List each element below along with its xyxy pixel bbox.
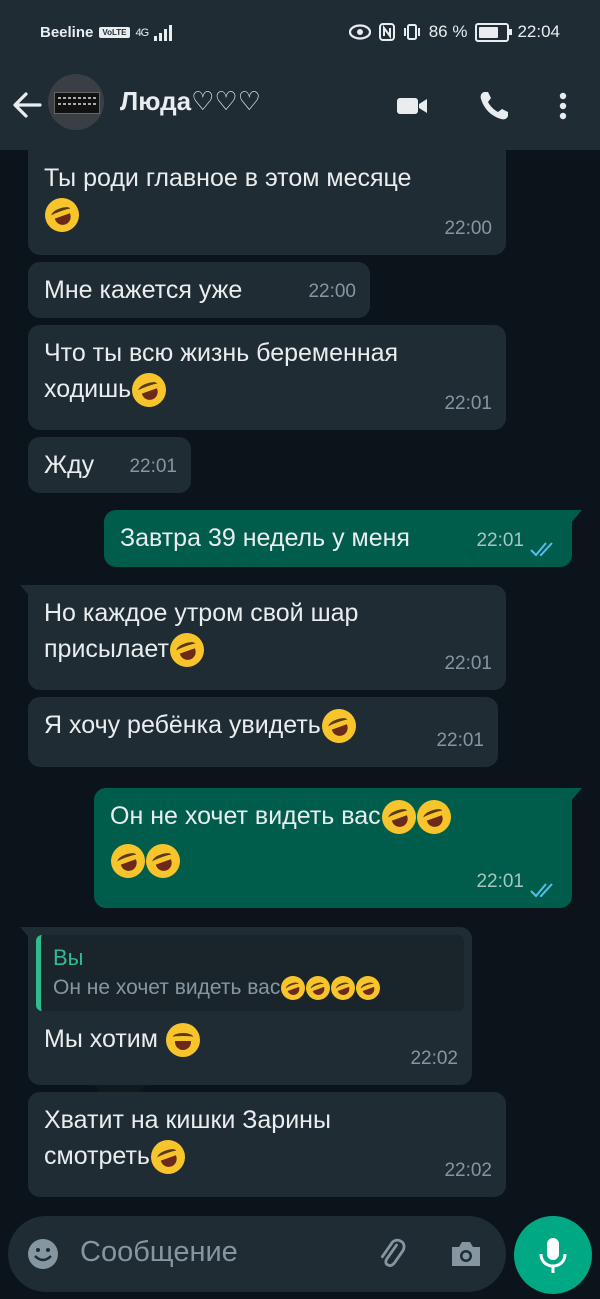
message-text: Жду bbox=[44, 451, 95, 479]
rofl-emoji bbox=[106, 839, 150, 884]
message-time: 22:02 bbox=[410, 1048, 458, 1069]
contact-name[interactable]: Люда♡♡♡ bbox=[120, 86, 261, 117]
message-time: 22:01 bbox=[444, 653, 492, 674]
message-text: Он не хочет видеть вас bbox=[110, 802, 381, 830]
message-time: 22:01 bbox=[129, 456, 177, 477]
message-composer[interactable]: Сообщение bbox=[8, 1216, 506, 1292]
message-text-line2: ходишь bbox=[44, 375, 132, 403]
nfc-icon bbox=[378, 23, 395, 41]
message-input[interactable]: Сообщение bbox=[80, 1236, 238, 1269]
read-ticks-icon bbox=[530, 883, 553, 898]
message-text: Что ты всю жизнь беременная bbox=[44, 339, 399, 367]
rofl-emoji bbox=[277, 973, 309, 1004]
battery-icon bbox=[475, 22, 513, 42]
message-incoming-reply[interactable]: Вы Он не хочет видеть вас Мы хотим 22:02 bbox=[20, 927, 472, 1085]
message-text: Хватит на кишки Зарины bbox=[44, 1106, 331, 1134]
bubble-tail bbox=[20, 585, 32, 599]
message-time: 22:01 bbox=[436, 730, 484, 751]
carrier-name: Beeline bbox=[40, 24, 94, 41]
message-text: Я хочу ребёнка увидеть bbox=[44, 711, 321, 739]
status-bar: Beeline VoLTE 4G 86 % 22:04 bbox=[0, 0, 600, 70]
message-incoming[interactable]: Что ты всю жизнь беременная ходишь 22:01 bbox=[28, 325, 506, 430]
message-text-line2: присылает bbox=[44, 635, 169, 663]
voice-call-icon[interactable] bbox=[476, 88, 512, 124]
video-call-icon[interactable] bbox=[394, 88, 430, 124]
microphone-icon bbox=[539, 1238, 567, 1273]
quote-text: Он не хочет видеть вас bbox=[53, 976, 281, 999]
more-options-icon[interactable] bbox=[545, 88, 581, 124]
rofl-emoji bbox=[302, 973, 334, 1004]
quoted-message[interactable]: Вы Он не хочет видеть вас bbox=[36, 935, 464, 1011]
attach-icon[interactable] bbox=[374, 1236, 410, 1272]
bubble-tail bbox=[570, 510, 582, 524]
message-outgoing[interactable]: Он не хочет видеть вас 22:01 bbox=[94, 788, 582, 908]
quote-author: Вы bbox=[53, 945, 84, 970]
network-type: 4G bbox=[135, 26, 150, 39]
message-time: 22:01 bbox=[476, 871, 524, 892]
rofl-emoji bbox=[376, 795, 421, 840]
read-ticks-icon bbox=[530, 542, 553, 557]
message-incoming[interactable]: Жду 22:01 bbox=[28, 437, 191, 493]
bubble-tail bbox=[20, 927, 32, 941]
volte-badge: VoLTE bbox=[99, 27, 130, 38]
message-text: Завтра 39 недель у меня bbox=[120, 524, 410, 552]
rofl-emoji bbox=[327, 973, 359, 1004]
signal-icon bbox=[154, 24, 173, 41]
message-incoming[interactable]: Мне кажется уже 22:00 bbox=[28, 262, 370, 318]
vibrate-icon bbox=[403, 24, 420, 40]
rofl-emoji bbox=[352, 973, 384, 1004]
chat-header: Люда♡♡♡ bbox=[0, 70, 600, 150]
emoji-icon[interactable] bbox=[26, 1237, 60, 1271]
rofl-emoji bbox=[146, 1135, 190, 1180]
message-time: 22:01 bbox=[476, 530, 524, 551]
camera-icon[interactable] bbox=[448, 1236, 484, 1272]
avatar[interactable] bbox=[48, 74, 104, 130]
message-incoming[interactable]: Ты роди главное в этом месяце 22:00 bbox=[28, 150, 506, 255]
rofl-emoji bbox=[127, 368, 172, 413]
message-time: 22:00 bbox=[308, 281, 356, 302]
back-arrow-icon[interactable] bbox=[10, 88, 44, 122]
keyboard-image bbox=[54, 92, 100, 114]
message-outgoing[interactable]: Завтра 39 недель у меня 22:01 bbox=[104, 510, 582, 567]
message-text-line2: смотреть bbox=[44, 1142, 150, 1170]
rofl-emoji bbox=[40, 193, 84, 238]
message-time: 22:02 bbox=[444, 1160, 492, 1181]
voice-record-button[interactable] bbox=[514, 1216, 592, 1294]
message-text: Ты роди главное в этом месяце bbox=[44, 164, 412, 192]
message-text: Мне кажется уже bbox=[44, 276, 243, 304]
message-time: 22:00 bbox=[444, 218, 492, 239]
eye-icon bbox=[348, 24, 371, 40]
message-text: Но каждое утром свой шар bbox=[44, 599, 359, 627]
joy-emoji bbox=[165, 1023, 200, 1058]
bubble-tail bbox=[570, 788, 582, 802]
battery-percent: 86 % bbox=[428, 22, 468, 41]
rofl-emoji bbox=[165, 628, 209, 673]
message-incoming[interactable]: Но каждое утром свой шар присылает 22:01 bbox=[20, 585, 506, 690]
rofl-emoji bbox=[141, 839, 185, 884]
message-incoming[interactable]: Хватит на кишки Зарины смотреть 22:02 bbox=[28, 1092, 506, 1197]
clock: 22:04 bbox=[517, 22, 560, 41]
message-time: 22:01 bbox=[444, 393, 492, 414]
message-text: Мы хотим bbox=[44, 1025, 158, 1053]
rofl-emoji bbox=[411, 795, 456, 840]
rofl-emoji bbox=[317, 704, 361, 749]
message-incoming[interactable]: Я хочу ребёнка увидеть 22:01 bbox=[28, 697, 498, 767]
